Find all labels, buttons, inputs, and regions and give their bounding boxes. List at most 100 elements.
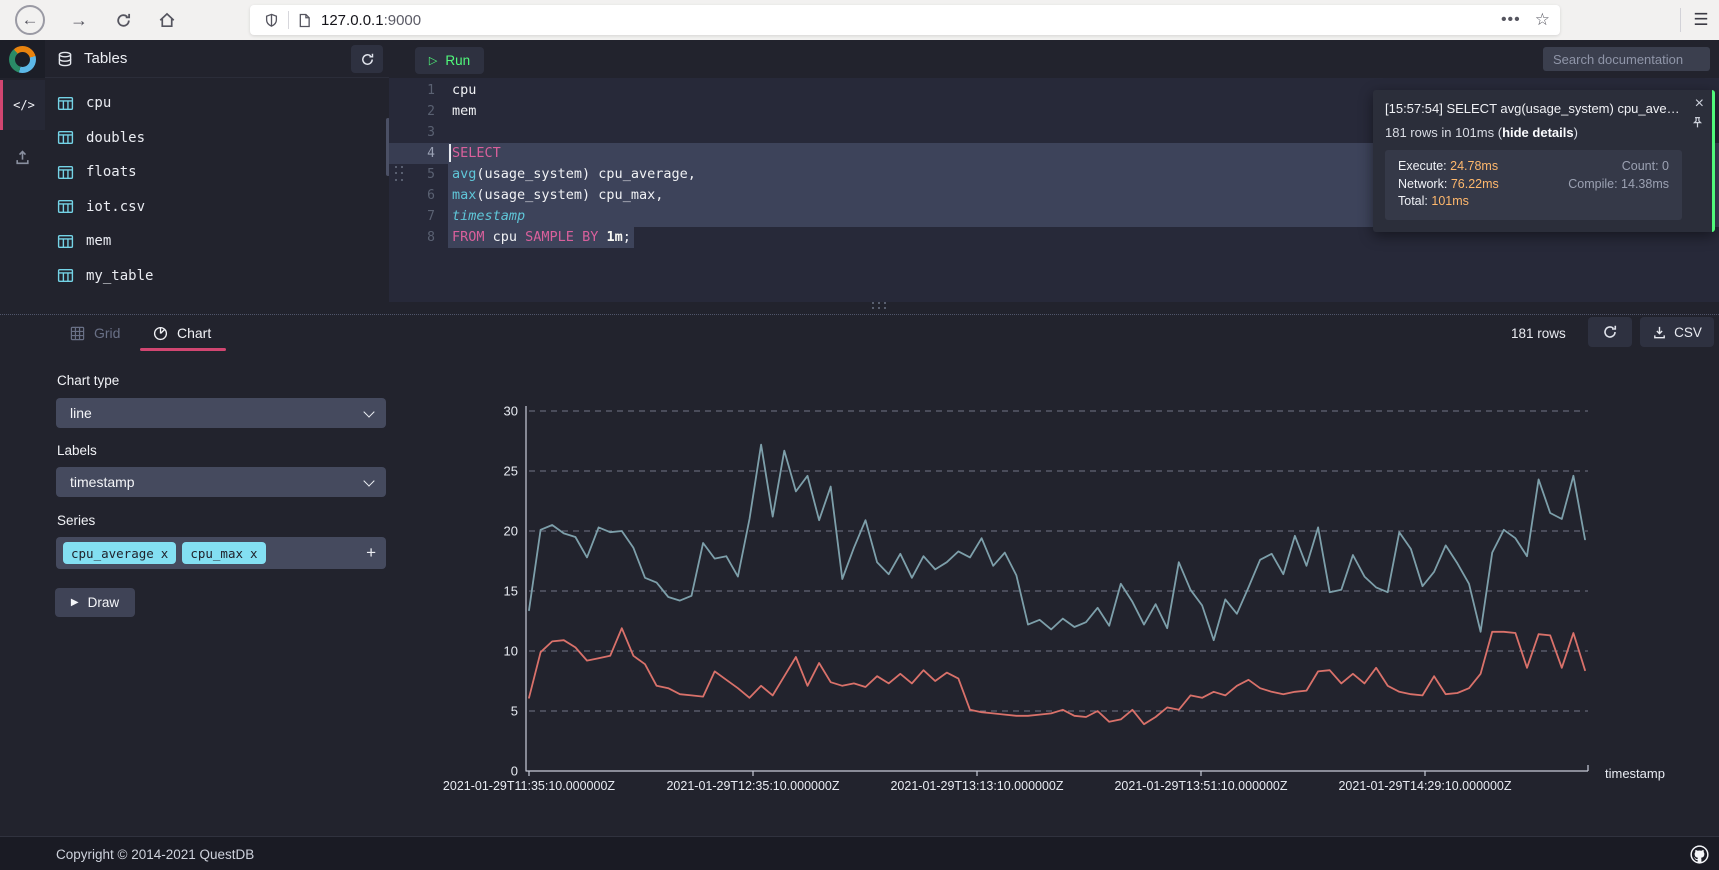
url-bar[interactable]: 127.0.0.1:9000 ••• ☆ — [250, 5, 1560, 35]
svg-text:timestamp: timestamp — [1605, 766, 1665, 781]
table-icon — [57, 95, 74, 112]
download-csv-button[interactable]: CSV — [1640, 317, 1714, 347]
table-item-doubles[interactable]: doubles — [45, 121, 389, 156]
rows-count: 181 rows — [1511, 315, 1566, 351]
series-chip-cpu_average[interactable]: cpu_averagex — [63, 542, 176, 564]
chart-type-label: Chart type — [57, 373, 119, 388]
grid-icon — [70, 326, 85, 341]
browser-home-button[interactable] — [152, 0, 182, 40]
svg-text:2021-01-29T14:29:10.000000Z: 2021-01-29T14:29:10.000000Z — [1338, 779, 1511, 793]
results-refresh-button[interactable] — [1588, 317, 1632, 347]
copyright-text: Copyright © 2014-2021 QuestDB — [56, 837, 254, 870]
upload-icon — [14, 149, 31, 166]
code-icon: </> — [13, 98, 35, 112]
url-text[interactable]: 127.0.0.1:9000 — [321, 12, 421, 29]
url-divider — [288, 11, 289, 29]
draw-button[interactable]: ▶Draw — [55, 588, 135, 617]
shield-icon[interactable] — [264, 13, 279, 28]
svg-text:2021-01-29T13:51:10.000000Z: 2021-01-29T13:51:10.000000Z — [1114, 779, 1287, 793]
table-item-iot.csv[interactable]: iot.csv — [45, 190, 389, 225]
editor-caret — [449, 144, 451, 162]
splitter-handle[interactable] — [872, 302, 888, 310]
tables-title: Tables — [84, 50, 127, 67]
table-item-mem[interactable]: mem — [45, 224, 389, 259]
results-tabbar: Grid Chart 181 rows CSV — [0, 315, 1719, 351]
page-actions-icon[interactable]: ••• — [1501, 11, 1521, 29]
close-icon[interactable]: × — [1695, 96, 1704, 112]
table-icon — [57, 198, 74, 215]
browser-back-button[interactable]: ← — [14, 0, 46, 40]
svg-text:2021-01-29T12:35:10.000000Z: 2021-01-29T12:35:10.000000Z — [666, 779, 839, 793]
table-name: iot.csv — [86, 199, 145, 215]
table-name: my_table — [86, 268, 153, 284]
chip-remove-icon[interactable]: x — [161, 546, 169, 561]
notification-title: [15:57:54] SELECT avg(usage_system) cpu_… — [1385, 101, 1682, 116]
notification-summary: 181 rows in 101ms (hide details) — [1385, 125, 1682, 140]
browser-reload-button[interactable] — [108, 0, 138, 40]
browser-forward-button[interactable]: → — [64, 0, 94, 40]
browser-toolbar: ← → 127.0.0.1:9000 ••• ☆ ☰ — [0, 0, 1719, 40]
reload-icon — [115, 12, 132, 29]
chip-remove-icon[interactable]: x — [250, 546, 258, 561]
toolbar-divider — [1680, 8, 1681, 32]
github-icon[interactable] — [1690, 845, 1709, 864]
series-input[interactable]: cpu_averagex cpu_maxx + — [56, 537, 386, 569]
database-icon — [57, 51, 73, 67]
tables-header: Tables — [45, 40, 389, 78]
table-icon — [57, 129, 74, 146]
download-icon — [1652, 325, 1667, 340]
line-chart[interactable]: 3025201510502021-01-29T11:35:10.000000Z2… — [440, 398, 1710, 810]
table-name: cpu — [86, 95, 111, 111]
table-name: mem — [86, 233, 111, 249]
notification-details: Execute: 24.78msNetwork: 76.22msTotal: 1… — [1385, 150, 1682, 220]
add-series-button[interactable]: + — [366, 543, 376, 563]
panel-drag-handle[interactable] — [395, 166, 404, 182]
table-name: doubles — [86, 130, 145, 146]
series-chip-cpu_max[interactable]: cpu_maxx — [182, 542, 265, 564]
refresh-icon — [360, 52, 375, 67]
tables-list: cpu doubles floats iot.csv mem my_table — [45, 86, 389, 293]
left-rail: </> — [0, 40, 45, 836]
screen: ← → 127.0.0.1:9000 ••• ☆ ☰ — [0, 0, 1719, 870]
tables-refresh-button[interactable] — [351, 45, 383, 73]
pin-icon[interactable] — [1691, 116, 1704, 134]
svg-text:10: 10 — [504, 644, 518, 659]
sidebar-item-console[interactable]: </> — [0, 80, 45, 130]
svg-text:30: 30 — [504, 404, 518, 419]
table-icon — [57, 267, 74, 284]
count-metrics: Count: 0Compile: 14.38ms — [1568, 158, 1669, 211]
footer: Copyright © 2014-2021 QuestDB — [0, 836, 1719, 870]
questdb-logo[interactable] — [0, 40, 45, 78]
tab-grid[interactable]: Grid — [70, 315, 120, 351]
svg-text:25: 25 — [504, 464, 518, 479]
series-label: Series — [57, 513, 95, 528]
hide-details-link[interactable]: hide details — [1502, 125, 1574, 140]
labels-label: Labels — [57, 443, 97, 458]
browser-menu-button[interactable]: ☰ — [1688, 0, 1714, 40]
labels-select[interactable]: timestamp — [56, 467, 386, 497]
draw-play-icon: ▶ — [71, 597, 79, 608]
run-play-icon: ▷ — [429, 54, 437, 67]
url-port: :9000 — [384, 12, 422, 29]
svg-text:0: 0 — [511, 764, 518, 779]
tables-panel: Tables cpu doubles floats iot.csv mem my_tabl… — [45, 40, 389, 302]
chart-type-select[interactable]: line — [56, 398, 386, 428]
bookmark-star-icon[interactable]: ☆ — [1535, 10, 1550, 30]
svg-text:2021-01-29T13:13:10.000000Z: 2021-01-29T13:13:10.000000Z — [890, 779, 1063, 793]
sidebar-item-import[interactable] — [0, 140, 45, 174]
table-name: floats — [86, 164, 137, 180]
svg-text:20: 20 — [504, 524, 518, 539]
table-item-floats[interactable]: floats — [45, 155, 389, 190]
svg-text:15: 15 — [504, 584, 518, 599]
page-icon[interactable] — [298, 13, 311, 28]
questdb-console: </> Tables cpu doubles floats iot.csv mem my_… — [0, 40, 1719, 870]
active-tab-indicator — [140, 348, 226, 351]
run-button[interactable]: ▷Run — [415, 47, 484, 74]
table-item-cpu[interactable]: cpu — [45, 86, 389, 121]
svg-text:5: 5 — [511, 704, 518, 719]
search-documentation-input[interactable]: Search documentation — [1543, 47, 1710, 71]
query-notification: [15:57:54] SELECT avg(usage_system) cpu_… — [1373, 90, 1715, 232]
table-item-my_table[interactable]: my_table — [45, 259, 389, 294]
timing-metrics: Execute: 24.78msNetwork: 76.22msTotal: 1… — [1398, 158, 1499, 211]
tab-chart[interactable]: Chart — [153, 315, 211, 351]
